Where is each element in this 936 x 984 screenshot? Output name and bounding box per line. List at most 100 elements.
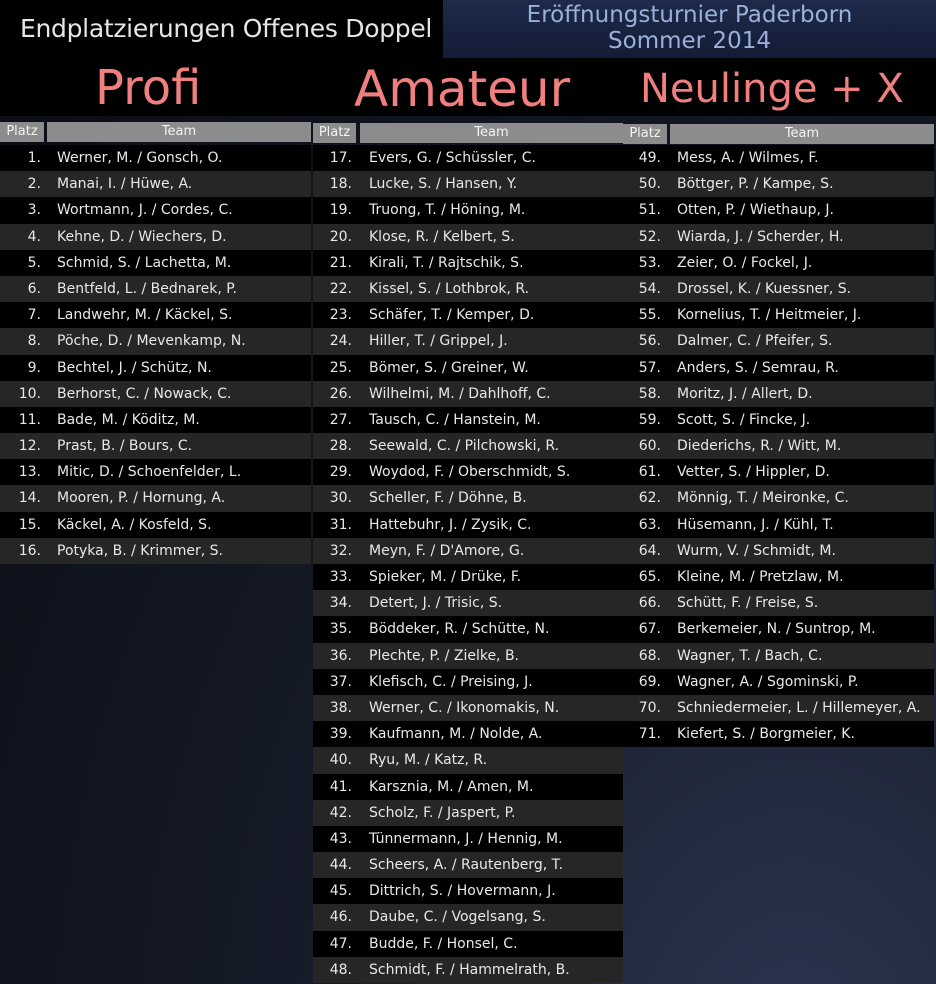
- team-cell: Potyka, B. / Krimmer, S.: [57, 542, 224, 559]
- table-row: 38. Werner, C. / Ikonomakis, N.: [313, 694, 623, 722]
- place-cell: 56.: [638, 333, 661, 350]
- table-row: 49. Mess, A. / Wilmes, F.: [623, 145, 934, 172]
- table-header: Platz Team: [623, 124, 934, 144]
- table-row: 22. Kissel, S. / Lothbrok, R.: [313, 275, 623, 303]
- team-cell: Scheers, A. / Rautenberg, T.: [369, 857, 564, 874]
- table-row: 44. Scheers, A. / Rautenberg, T.: [313, 852, 623, 879]
- table-row: 25. Bömer, S. / Greiner, W.: [313, 354, 623, 381]
- place-cell: 19.: [329, 202, 352, 219]
- team-cell: Käckel, A. / Kosfeld, S.: [57, 516, 212, 533]
- column-header-team: Team: [360, 123, 623, 143]
- team-cell: Ryu, M. / Katz, R.: [369, 752, 488, 769]
- table-row: 65. Kleine, M. / Pretzlaw, M.: [623, 564, 934, 591]
- team-cell: Wurm, V. / Schmidt, M.: [677, 542, 836, 559]
- team-cell: Kissel, S. / Lothbrok, R.: [369, 280, 530, 297]
- team-cell: Scheller, F. / Döhne, B.: [369, 490, 527, 507]
- place-cell: 68.: [638, 647, 661, 664]
- place-cell: 62.: [638, 490, 661, 507]
- table-row: 20. Klose, R. / Kelbert, S.: [313, 223, 623, 250]
- team-cell: Lucke, S. / Hansen, Y.: [369, 176, 518, 193]
- place-cell: 9.: [27, 359, 41, 376]
- table-row: 40. Ryu, M. / Katz, R.: [313, 747, 623, 774]
- team-cell: Kehne, D. / Wiechers, D.: [57, 228, 227, 245]
- place-cell: 25.: [329, 359, 352, 376]
- column-header-platz: Platz: [0, 122, 44, 142]
- place-cell: 37.: [329, 673, 352, 690]
- table-row: 55. Kornelius, T. / Heitmeier, J.: [623, 302, 934, 329]
- team-cell: Böddeker, R. / Schütte, N.: [369, 621, 550, 638]
- place-cell: 59.: [638, 411, 661, 428]
- place-cell: 53.: [638, 254, 661, 271]
- table-row: 68. Wagner, T. / Bach, C.: [623, 642, 934, 669]
- table-row: 52. Wiarda, J. / Scherder, H.: [623, 223, 934, 250]
- table-row: 9. Bechtel, J. / Schütz, N.: [0, 354, 311, 381]
- place-cell: 5.: [27, 254, 41, 271]
- place-cell: 48.: [329, 961, 352, 978]
- team-cell: Kleine, M. / Pretzlaw, M.: [677, 569, 844, 585]
- table-row: 2. Manai, I. / Hüwe, A.: [0, 171, 311, 198]
- column-header-platz: Platz: [313, 123, 356, 143]
- table-row: 23. Schäfer, T. / Kemper, D.: [313, 302, 623, 329]
- team-cell: Bömer, S. / Greiner, W.: [369, 359, 529, 376]
- table-row: 4. Kehne, D. / Wiechers, D.: [0, 223, 311, 250]
- category-title-amateur: Amateur: [354, 60, 571, 118]
- table-row: 58. Moritz, J. / Allert, D.: [623, 380, 934, 407]
- team-cell: Böttger, P. / Kampe, S.: [677, 176, 834, 193]
- place-cell: 43.: [329, 830, 352, 847]
- table-row: 17. Evers, G. / Schüssler, C.: [313, 145, 623, 172]
- place-cell: 45.: [329, 883, 352, 900]
- place-cell: 35.: [329, 621, 352, 638]
- team-cell: Anders, S. / Semrau, R.: [677, 359, 839, 376]
- team-cell: Schäfer, T. / Kemper, D.: [369, 307, 535, 324]
- table-row: 8. Pöche, D. / Mevenkamp, N.: [0, 328, 311, 355]
- table-header: Platz Team: [313, 123, 623, 143]
- place-cell: 30.: [329, 490, 352, 507]
- place-cell: 23.: [329, 307, 352, 324]
- place-cell: 47.: [329, 935, 352, 952]
- table-row: 66. Schütt, F. / Freise, S.: [623, 590, 934, 617]
- team-cell: Kirali, T. / Rajtschik, S.: [369, 254, 524, 271]
- team-cell: Bade, M. / Köditz, M.: [57, 411, 200, 428]
- team-cell: Diederichs, R. / Witt, M.: [677, 438, 842, 455]
- table-row: 61. Vetter, S. / Hippler, D.: [623, 459, 934, 486]
- table-row: 34. Detert, J. / Trisic, S.: [313, 590, 623, 617]
- place-cell: 18.: [329, 176, 352, 193]
- team-cell: Wagner, A. / Sgominski, P.: [677, 673, 859, 690]
- table-row: 71. Kiefert, S. / Borgmeier, K.: [623, 721, 934, 748]
- team-cell: Zeier, O. / Fockel, J.: [677, 254, 813, 271]
- team-cell: Kiefert, S. / Borgmeier, K.: [677, 726, 855, 743]
- place-cell: 58.: [638, 385, 661, 402]
- team-cell: Werner, M. / Gonsch, O.: [57, 150, 223, 166]
- place-cell: 31.: [329, 516, 352, 533]
- place-cell: 71.: [638, 726, 661, 743]
- place-cell: 64.: [638, 542, 661, 559]
- place-cell: 70.: [638, 699, 661, 716]
- table-row: 35. Böddeker, R. / Schütte, N.: [313, 616, 623, 643]
- table-row: 16. Potyka, B. / Krimmer, S.: [0, 537, 311, 564]
- team-cell: Evers, G. / Schüssler, C.: [369, 150, 536, 166]
- table-body: 17. Evers, G. / Schüssler, C. 18. Lucke, S.…: [313, 145, 623, 983]
- table-row: 39. Kaufmann, M. / Nolde, A.: [313, 721, 623, 748]
- place-cell: 51.: [638, 202, 661, 219]
- place-cell: 29.: [329, 464, 352, 481]
- place-cell: 22.: [329, 280, 352, 297]
- event-name: Eröffnungsturnier Paderborn: [526, 2, 853, 28]
- place-cell: 57.: [638, 359, 661, 376]
- place-cell: 40.: [329, 752, 352, 769]
- place-cell: 17.: [329, 150, 352, 166]
- place-cell: 20.: [329, 228, 352, 245]
- table-row: 10. Berhorst, C. / Nowack, C.: [0, 380, 311, 407]
- table-row: 3. Wortmann, J. / Cordes, C.: [0, 197, 311, 224]
- team-cell: Hiller, T. / Grippel, J.: [369, 333, 508, 350]
- team-cell: Hattebuhr, J. / Zysik, C.: [369, 516, 532, 533]
- team-cell: Klefisch, C. / Preising, J.: [369, 673, 533, 690]
- category-title-profi: Profi: [95, 60, 202, 116]
- place-cell: 63.: [638, 516, 661, 533]
- table-header: Platz Team: [0, 122, 311, 142]
- team-cell: Budde, F. / Honsel, C.: [369, 935, 518, 952]
- place-cell: 14.: [18, 490, 41, 507]
- team-cell: Bentfeld, L. / Bednarek, P.: [57, 280, 238, 297]
- team-cell: Hüsemann, J. / Kühl, T.: [677, 516, 834, 533]
- table-row: 13. Mitic, D. / Schoenfelder, L.: [0, 459, 311, 486]
- table-row: 48. Schmidt, F. / Hammelrath, B.: [313, 956, 623, 983]
